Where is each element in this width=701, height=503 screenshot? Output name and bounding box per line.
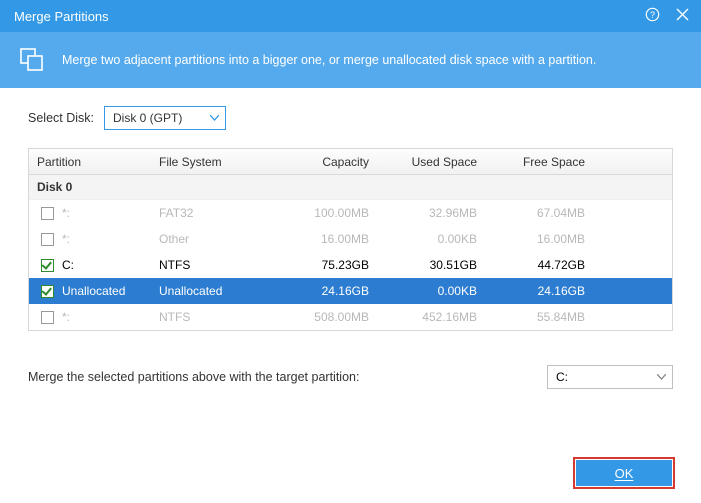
row-used: 0.00KB [387, 284, 495, 298]
row-checkbox [41, 233, 54, 246]
table-row: *: FAT32100.00MB32.96MB67.04MB [29, 200, 672, 226]
row-checkbox [41, 311, 54, 324]
row-name: Unallocated [62, 284, 125, 298]
row-free: 44.72GB [495, 258, 603, 272]
row-cap: 508.00MB [279, 310, 387, 324]
chevron-down-icon [657, 374, 666, 380]
row-name: *: [62, 310, 70, 324]
banner: Merge two adjacent partitions into a big… [0, 32, 701, 88]
select-disk-label: Select Disk: [28, 111, 94, 125]
content: Select Disk: Disk 0 (GPT) Partition File… [0, 88, 701, 389]
table-row[interactable]: C: NTFS75.23GB30.51GB44.72GB [29, 252, 672, 278]
merge-label: Merge the selected partitions above with… [28, 370, 359, 384]
row-fs: NTFS [159, 310, 279, 324]
row-checkbox [41, 207, 54, 220]
chevron-down-icon [210, 115, 219, 121]
row-cap: 100.00MB [279, 206, 387, 220]
row-used: 452.16MB [387, 310, 495, 324]
row-free: 55.84MB [495, 310, 603, 324]
row-used: 32.96MB [387, 206, 495, 220]
table-body: *:FAT32100.00MB32.96MB67.04MB*:Other16.0… [29, 200, 672, 330]
row-checkbox[interactable] [41, 285, 54, 298]
row-fs: FAT32 [159, 206, 279, 220]
disk-select[interactable]: Disk 0 (GPT) [104, 106, 226, 130]
row-fs: NTFS [159, 258, 279, 272]
row-free: 24.16GB [495, 284, 603, 298]
help-icon[interactable]: ? [645, 7, 660, 25]
titlebar: Merge Partitions ? [0, 0, 701, 32]
group-row: Disk 0 [29, 175, 672, 200]
target-select-value: C: [556, 370, 568, 384]
partition-table: Partition File System Capacity Used Spac… [28, 148, 673, 331]
svg-text:?: ? [650, 10, 655, 20]
row-free: 67.04MB [495, 206, 603, 220]
close-icon[interactable] [676, 8, 689, 24]
disk-select-row: Select Disk: Disk 0 (GPT) [28, 106, 673, 130]
window-title: Merge Partitions [14, 9, 109, 24]
merge-icon [18, 46, 46, 74]
merge-target-row: Merge the selected partitions above with… [28, 365, 673, 389]
col-capacity: Capacity [279, 155, 387, 169]
banner-text: Merge two adjacent partitions into a big… [62, 53, 596, 67]
col-partition: Partition [29, 155, 159, 169]
row-used: 30.51GB [387, 258, 495, 272]
ok-button[interactable]: OK [576, 460, 672, 486]
row-cap: 75.23GB [279, 258, 387, 272]
row-name: *: [62, 206, 70, 220]
row-checkbox[interactable] [41, 259, 54, 272]
row-name: *: [62, 232, 70, 246]
row-name: C: [62, 258, 74, 272]
col-filesystem: File System [159, 155, 279, 169]
col-free: Free Space [495, 155, 603, 169]
footer: OK [573, 457, 675, 489]
ok-highlight: OK [573, 457, 675, 489]
titlebar-actions: ? [645, 7, 689, 25]
row-used: 0.00KB [387, 232, 495, 246]
target-select[interactable]: C: [547, 365, 673, 389]
disk-select-value: Disk 0 (GPT) [113, 111, 182, 125]
col-used: Used Space [387, 155, 495, 169]
row-free: 16.00MB [495, 232, 603, 246]
table-row[interactable]: UnallocatedUnallocated24.16GB0.00KB24.16… [29, 278, 672, 304]
table-header: Partition File System Capacity Used Spac… [29, 149, 672, 175]
row-cap: 16.00MB [279, 232, 387, 246]
row-fs: Unallocated [159, 284, 279, 298]
row-fs: Other [159, 232, 279, 246]
row-cap: 24.16GB [279, 284, 387, 298]
table-row: *:Other16.00MB0.00KB16.00MB [29, 226, 672, 252]
table-row: *: NTFS508.00MB452.16MB55.84MB [29, 304, 672, 330]
